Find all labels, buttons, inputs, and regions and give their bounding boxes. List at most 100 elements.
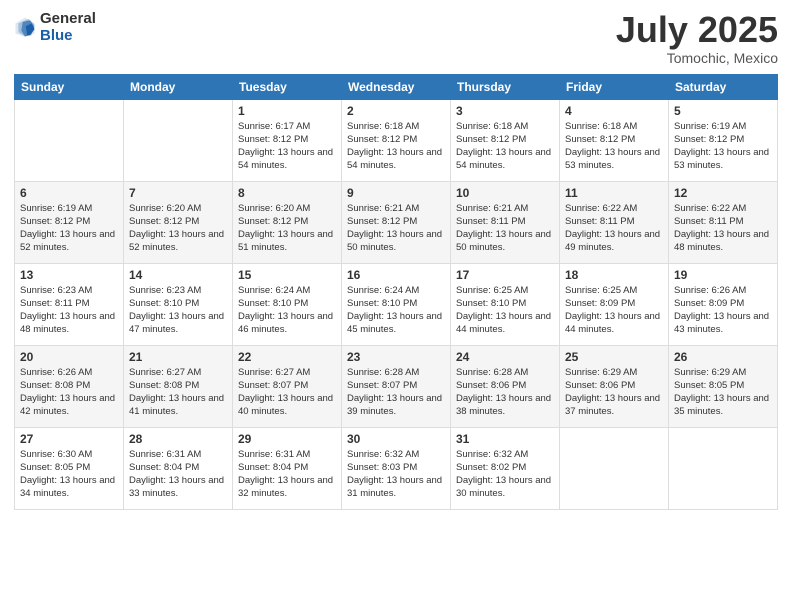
day-info: Sunrise: 6:19 AM Sunset: 8:12 PM Dayligh… (20, 202, 118, 255)
header-sunday: Sunday (15, 74, 124, 99)
calendar-cell: 7 Sunrise: 6:20 AM Sunset: 8:12 PM Daylig… (124, 181, 233, 263)
day-number: 22 (238, 350, 336, 364)
day-info: Sunrise: 6:22 AM Sunset: 8:11 PM Dayligh… (674, 202, 772, 255)
day-number: 10 (456, 186, 554, 200)
day-info: Sunrise: 6:24 AM Sunset: 8:10 PM Dayligh… (347, 284, 445, 337)
day-info: Sunrise: 6:21 AM Sunset: 8:12 PM Dayligh… (347, 202, 445, 255)
calendar-cell: 16 Sunrise: 6:24 AM Sunset: 8:10 PM Dayli… (342, 263, 451, 345)
day-number: 7 (129, 186, 227, 200)
day-info: Sunrise: 6:26 AM Sunset: 8:08 PM Dayligh… (20, 366, 118, 419)
calendar-cell: 24 Sunrise: 6:28 AM Sunset: 8:06 PM Dayli… (451, 345, 560, 427)
calendar-cell: 15 Sunrise: 6:24 AM Sunset: 8:10 PM Dayli… (233, 263, 342, 345)
calendar-cell: 8 Sunrise: 6:20 AM Sunset: 8:12 PM Daylig… (233, 181, 342, 263)
calendar-cell: 30Sunrise: 6:32 AM Sunset: 8:03 PM Dayli… (342, 427, 451, 509)
header: General Blue July 2025 Tomochic, Mexico (14, 10, 778, 66)
day-number: 28 (129, 432, 227, 446)
day-number: 29 (238, 432, 336, 446)
calendar-cell: 5 Sunrise: 6:19 AM Sunset: 8:12 PM Daylig… (669, 99, 778, 181)
calendar-cell: 27 Sunrise: 6:30 AM Sunset: 8:05 PM Dayli… (15, 427, 124, 509)
day-number: 13 (20, 268, 118, 282)
calendar-cell: 20 Sunrise: 6:26 AM Sunset: 8:08 PM Dayli… (15, 345, 124, 427)
header-friday: Friday (560, 74, 669, 99)
day-number: 31 (456, 432, 554, 446)
day-number: 11 (565, 186, 663, 200)
day-number: 8 (238, 186, 336, 200)
calendar-week-2: 6Sunrise: 6:19 AM Sunset: 8:12 PM Daylig… (15, 181, 778, 263)
day-number: 24 (456, 350, 554, 364)
calendar-cell: 26 Sunrise: 6:29 AM Sunset: 8:05 PM Dayli… (669, 345, 778, 427)
calendar-cell: 14Sunrise: 6:23 AM Sunset: 8:10 PM Dayli… (124, 263, 233, 345)
logo-icon (14, 16, 36, 38)
calendar-cell (15, 99, 124, 181)
day-info: Sunrise: 6:29 AM Sunset: 8:05 PM Dayligh… (674, 366, 772, 419)
calendar-cell: 3Sunrise: 6:18 AM Sunset: 8:12 PM Daylig… (451, 99, 560, 181)
calendar-table: Sunday Monday Tuesday Wednesday Thursday… (14, 74, 778, 510)
day-info: Sunrise: 6:18 AM Sunset: 8:12 PM Dayligh… (565, 120, 663, 173)
calendar-week-1: 1 Sunrise: 6:17 AM Sunset: 8:12 PM Daylig… (15, 99, 778, 181)
day-info: Sunrise: 6:25 AM Sunset: 8:10 PM Dayligh… (456, 284, 554, 337)
day-number: 4 (565, 104, 663, 118)
day-number: 2 (347, 104, 445, 118)
day-info: Sunrise: 6:20 AM Sunset: 8:12 PM Dayligh… (238, 202, 336, 255)
day-info: Sunrise: 6:21 AM Sunset: 8:11 PM Dayligh… (456, 202, 554, 255)
header-monday: Monday (124, 74, 233, 99)
calendar-cell: 19 Sunrise: 6:26 AM Sunset: 8:09 PM Dayli… (669, 263, 778, 345)
day-number: 14 (129, 268, 227, 282)
page: General Blue July 2025 Tomochic, Mexico … (0, 0, 792, 612)
calendar-cell: 29 Sunrise: 6:31 AM Sunset: 8:04 PM Dayli… (233, 427, 342, 509)
logo: General Blue (14, 10, 96, 44)
day-info: Sunrise: 6:19 AM Sunset: 8:12 PM Dayligh… (674, 120, 772, 173)
day-info: Sunrise: 6:18 AM Sunset: 8:12 PM Dayligh… (456, 120, 554, 173)
calendar-cell: 13Sunrise: 6:23 AM Sunset: 8:11 PM Dayli… (15, 263, 124, 345)
logo-text: General Blue (40, 10, 96, 44)
calendar-header-row: Sunday Monday Tuesday Wednesday Thursday… (15, 74, 778, 99)
main-title: July 2025 (616, 10, 778, 50)
header-saturday: Saturday (669, 74, 778, 99)
day-number: 15 (238, 268, 336, 282)
calendar-cell: 31Sunrise: 6:32 AM Sunset: 8:02 PM Dayli… (451, 427, 560, 509)
calendar-cell: 11 Sunrise: 6:22 AM Sunset: 8:11 PM Dayli… (560, 181, 669, 263)
day-number: 21 (129, 350, 227, 364)
header-tuesday: Tuesday (233, 74, 342, 99)
day-info: Sunrise: 6:31 AM Sunset: 8:04 PM Dayligh… (238, 448, 336, 501)
calendar-cell: 4 Sunrise: 6:18 AM Sunset: 8:12 PM Daylig… (560, 99, 669, 181)
day-number: 5 (674, 104, 772, 118)
header-thursday: Thursday (451, 74, 560, 99)
day-info: Sunrise: 6:26 AM Sunset: 8:09 PM Dayligh… (674, 284, 772, 337)
day-info: Sunrise: 6:18 AM Sunset: 8:12 PM Dayligh… (347, 120, 445, 173)
day-number: 12 (674, 186, 772, 200)
calendar-cell: 1 Sunrise: 6:17 AM Sunset: 8:12 PM Daylig… (233, 99, 342, 181)
calendar-week-3: 13Sunrise: 6:23 AM Sunset: 8:11 PM Dayli… (15, 263, 778, 345)
calendar-cell: 22 Sunrise: 6:27 AM Sunset: 8:07 PM Dayli… (233, 345, 342, 427)
day-info: Sunrise: 6:17 AM Sunset: 8:12 PM Dayligh… (238, 120, 336, 173)
calendar-cell (560, 427, 669, 509)
calendar-week-4: 20 Sunrise: 6:26 AM Sunset: 8:08 PM Dayli… (15, 345, 778, 427)
calendar-cell: 10 Sunrise: 6:21 AM Sunset: 8:11 PM Dayli… (451, 181, 560, 263)
logo-blue: Blue (40, 27, 73, 44)
day-info: Sunrise: 6:31 AM Sunset: 8:04 PM Dayligh… (129, 448, 227, 501)
day-number: 23 (347, 350, 445, 364)
day-number: 16 (347, 268, 445, 282)
day-info: Sunrise: 6:22 AM Sunset: 8:11 PM Dayligh… (565, 202, 663, 255)
day-info: Sunrise: 6:24 AM Sunset: 8:10 PM Dayligh… (238, 284, 336, 337)
calendar-cell: 17 Sunrise: 6:25 AM Sunset: 8:10 PM Dayli… (451, 263, 560, 345)
day-number: 19 (674, 268, 772, 282)
day-info: Sunrise: 6:25 AM Sunset: 8:09 PM Dayligh… (565, 284, 663, 337)
day-info: Sunrise: 6:28 AM Sunset: 8:07 PM Dayligh… (347, 366, 445, 419)
day-info: Sunrise: 6:20 AM Sunset: 8:12 PM Dayligh… (129, 202, 227, 255)
calendar-cell: 23 Sunrise: 6:28 AM Sunset: 8:07 PM Dayli… (342, 345, 451, 427)
calendar-week-5: 27 Sunrise: 6:30 AM Sunset: 8:05 PM Dayli… (15, 427, 778, 509)
calendar-cell: 28 Sunrise: 6:31 AM Sunset: 8:04 PM Dayli… (124, 427, 233, 509)
day-number: 25 (565, 350, 663, 364)
day-info: Sunrise: 6:32 AM Sunset: 8:03 PM Dayligh… (347, 448, 445, 501)
day-number: 26 (674, 350, 772, 364)
day-number: 27 (20, 432, 118, 446)
day-number: 1 (238, 104, 336, 118)
day-number: 17 (456, 268, 554, 282)
day-info: Sunrise: 6:30 AM Sunset: 8:05 PM Dayligh… (20, 448, 118, 501)
day-info: Sunrise: 6:28 AM Sunset: 8:06 PM Dayligh… (456, 366, 554, 419)
day-number: 20 (20, 350, 118, 364)
day-info: Sunrise: 6:27 AM Sunset: 8:07 PM Dayligh… (238, 366, 336, 419)
calendar-cell: 12 Sunrise: 6:22 AM Sunset: 8:11 PM Dayli… (669, 181, 778, 263)
calendar-cell: 9Sunrise: 6:21 AM Sunset: 8:12 PM Daylig… (342, 181, 451, 263)
